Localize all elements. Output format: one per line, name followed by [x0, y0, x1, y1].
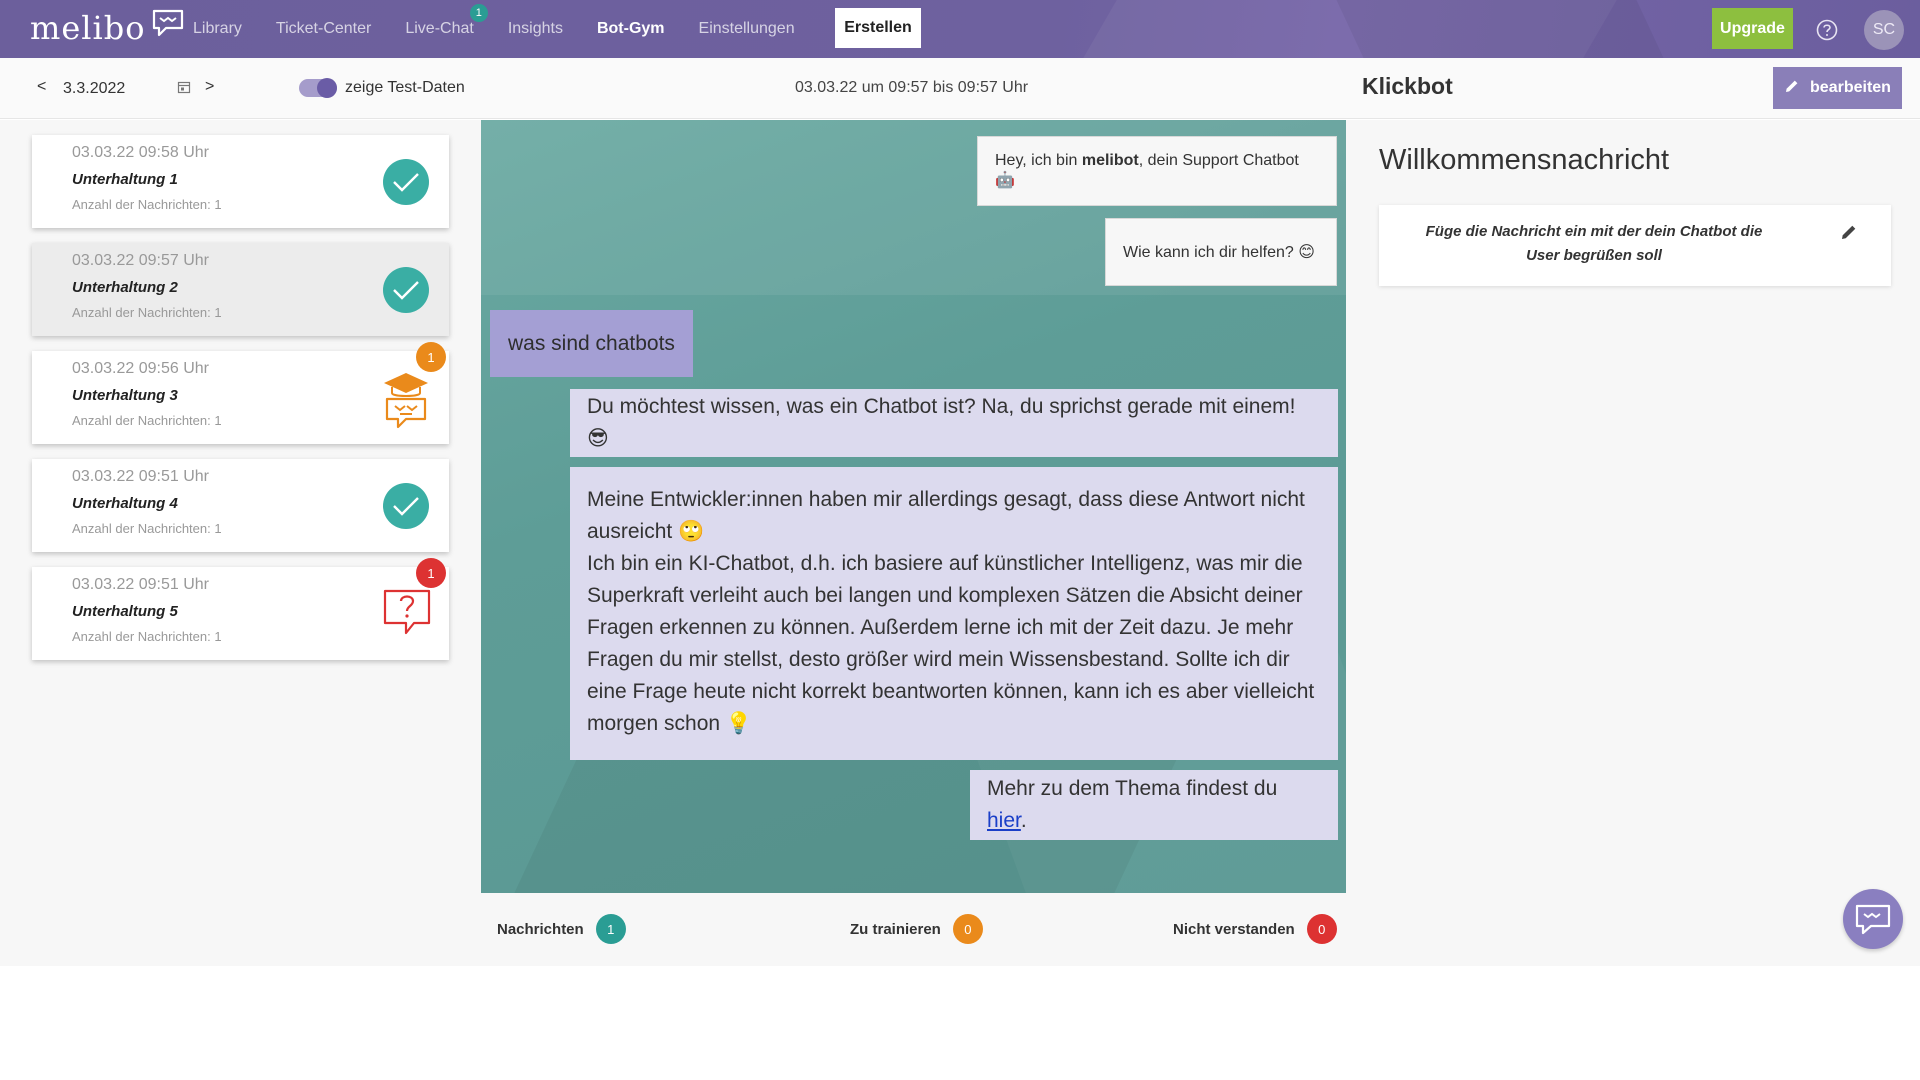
test-data-toggle[interactable] [299, 78, 337, 98]
stat-to-train: Zu trainieren 0 [850, 914, 983, 944]
bot-message-answer-long: Meine Entwickler:innen haben mir allerdi… [570, 467, 1338, 760]
conversation-count: Anzahl der Nachrichten: 1 [72, 413, 222, 428]
greeting-bold: melibot [1081, 152, 1139, 169]
conversation-count: Anzahl der Nachrichten: 1 [72, 521, 222, 536]
sub-header: < 3.3.2022 > zeige Test-Daten 03.03.22 u… [0, 58, 1920, 119]
logo[interactable]: melibo [30, 9, 186, 47]
stat-label: Nachrichten [497, 920, 584, 938]
conversation-title: Unterhaltung 3 [72, 387, 178, 404]
nav-einstellungen[interactable]: Einstellungen [699, 20, 795, 38]
conversation-title: Unterhaltung 5 [72, 603, 178, 620]
nav-label: Ticket-Center [275, 20, 372, 37]
more-post: . [1020, 809, 1027, 832]
conversation-time: 03.03.22 09:56 Uhr [72, 360, 209, 377]
stat-messages: Nachrichten 1 [497, 914, 626, 944]
toggle-knob [317, 78, 337, 98]
graduation-cap-bot-icon [382, 371, 430, 434]
bot-name: Klickbot [1362, 73, 1453, 99]
chat-widget-icon[interactable] [1843, 889, 1903, 949]
nav-insights[interactable]: Insights [508, 20, 563, 38]
message-text: Ich bin ein KI-Chatbot, d.h. ich basiere… [587, 552, 1315, 735]
edit-label: bearbeiten [1810, 79, 1891, 96]
conversation-time: 03.03.22 09:57 Uhr [72, 252, 209, 269]
stat-label: Nicht verstanden [1173, 920, 1295, 938]
toggle-label: zeige Test-Daten [345, 79, 465, 96]
question-bubble-icon [382, 587, 432, 642]
more-pre: Mehr zu dem Thema findest du [987, 777, 1278, 800]
message-text: Wie kann ich dir helfen? 😊 [1123, 244, 1315, 261]
date-prev-button[interactable]: < [37, 78, 46, 96]
welcome-title: Willkommensnachricht [1379, 144, 1670, 176]
bot-message-answer: Du möchtest wissen, was ein Chatbot ist?… [570, 389, 1338, 457]
pencil-icon [1784, 78, 1800, 99]
stat-count: 0 [952, 914, 983, 944]
nav-label: Einstellungen [698, 20, 795, 37]
message-text: was sind chatbots [508, 331, 675, 355]
stat-count: 0 [1306, 914, 1337, 944]
conversation-list: 03.03.22 09:58 Uhr Unterhaltung 1 Anzahl… [0, 120, 481, 966]
nav-label: Bot-Gym [596, 20, 665, 37]
more-link[interactable]: hier [987, 809, 1021, 832]
pencil-icon[interactable] [1840, 223, 1858, 246]
conversation-time: 03.03.22 09:51 Uhr [72, 576, 209, 593]
date-next-button[interactable]: > [205, 78, 214, 96]
upgrade-button[interactable]: Upgrade [1712, 8, 1793, 49]
user-message: was sind chatbots [490, 310, 693, 377]
time-range: 03.03.22 um 09:57 bis 09:57 Uhr [795, 79, 1029, 96]
question-badge: 1 [416, 558, 446, 588]
conversation-title: Unterhaltung 2 [72, 279, 178, 296]
nav-library[interactable]: Library [193, 20, 242, 38]
bot-message-link: Mehr zu dem Thema findest du hier. [970, 770, 1338, 840]
message-text: Hey, ich bin melibot, dein Support Chatb… [995, 152, 1319, 190]
conversation-card[interactable]: 03.03.22 09:57 Uhr Unterhaltung 2 Anzahl… [32, 243, 449, 336]
train-badge: 1 [416, 342, 446, 372]
check-icon [383, 483, 429, 529]
conversation-card[interactable]: 03.03.22 09:51 Uhr Unterhaltung 4 Anzahl… [32, 459, 449, 552]
welcome-panel: Willkommensnachricht Füge die Nachricht … [1346, 120, 1920, 966]
check-icon [383, 267, 429, 313]
conversation-card[interactable]: 03.03.22 09:58 Uhr Unterhaltung 1 Anzahl… [32, 135, 449, 228]
nav-label: Library [193, 20, 242, 37]
avatar[interactable]: SC [1864, 10, 1904, 50]
stat-not-understood: Nicht verstanden 0 [1173, 914, 1337, 944]
main-nav: Library Ticket-Center Live-Chat 1 Insight… [193, 0, 829, 58]
logo-text: melibo [30, 9, 146, 47]
conversation-count: Anzahl der Nachrichten: 1 [72, 629, 222, 644]
welcome-card[interactable]: Füge die Nachricht ein mit der dein Chat… [1379, 205, 1891, 286]
chat-area: Hey, ich bin melibot, dein Support Chatb… [481, 120, 1346, 893]
bot-message-help: Wie kann ich dir helfen? 😊 [1105, 218, 1337, 286]
message-text: Mehr zu dem Thema findest du hier. [987, 773, 1321, 837]
conversation-card[interactable]: 03.03.22 09:56 Uhr Unterhaltung 3 Anzahl… [32, 342, 449, 444]
greeting-pre: Hey, ich bin [995, 152, 1082, 169]
top-navigation: melibo Library Ticket-Center Live-Chat 1 … [0, 0, 1920, 58]
conversation-time: 03.03.22 09:51 Uhr [72, 468, 209, 485]
conversation-time: 03.03.22 09:58 Uhr [72, 144, 209, 161]
message-text: Meine Entwickler:innen haben mir allerdi… [587, 488, 1305, 543]
date-value[interactable]: 3.3.2022 [63, 80, 125, 98]
nav-ticket-center[interactable]: Ticket-Center [276, 20, 371, 38]
conversation-card[interactable]: 03.03.22 09:51 Uhr Unterhaltung 5 Anzahl… [32, 558, 449, 660]
conversation-title: Unterhaltung 4 [72, 495, 178, 512]
welcome-text: Füge die Nachricht ein mit der dein Chat… [1425, 223, 1763, 264]
bot-message-greeting: Hey, ich bin melibot, dein Support Chatb… [977, 136, 1337, 206]
message-text: Du möchtest wissen, was ein Chatbot ist?… [587, 395, 1296, 450]
conversation-count: Anzahl der Nachrichten: 1 [72, 305, 222, 320]
calendar-icon[interactable] [177, 80, 191, 99]
stat-label: Zu trainieren [850, 920, 941, 938]
stats-bar: Nachrichten 1 Zu trainieren 0 Nicht vers… [481, 893, 1346, 966]
conversation-title: Unterhaltung 1 [72, 171, 178, 188]
nav-bot-gym[interactable]: Bot-Gym [597, 20, 665, 38]
conversation-count: Anzahl der Nachrichten: 1 [72, 197, 222, 212]
check-icon [383, 159, 429, 205]
nav-label: Live-Chat [405, 20, 474, 37]
live-chat-badge: 1 [469, 4, 488, 22]
background-facet [1336, 0, 1664, 58]
nav-live-chat[interactable]: Live-Chat 1 [405, 4, 488, 38]
question-circle-icon[interactable] [1816, 19, 1838, 46]
chat-bubble-icon [150, 8, 186, 43]
nav-erstellen[interactable]: Erstellen [835, 8, 921, 48]
edit-button[interactable]: bearbeiten [1773, 67, 1902, 109]
stat-count: 1 [595, 914, 626, 944]
nav-label: Insights [507, 20, 563, 37]
